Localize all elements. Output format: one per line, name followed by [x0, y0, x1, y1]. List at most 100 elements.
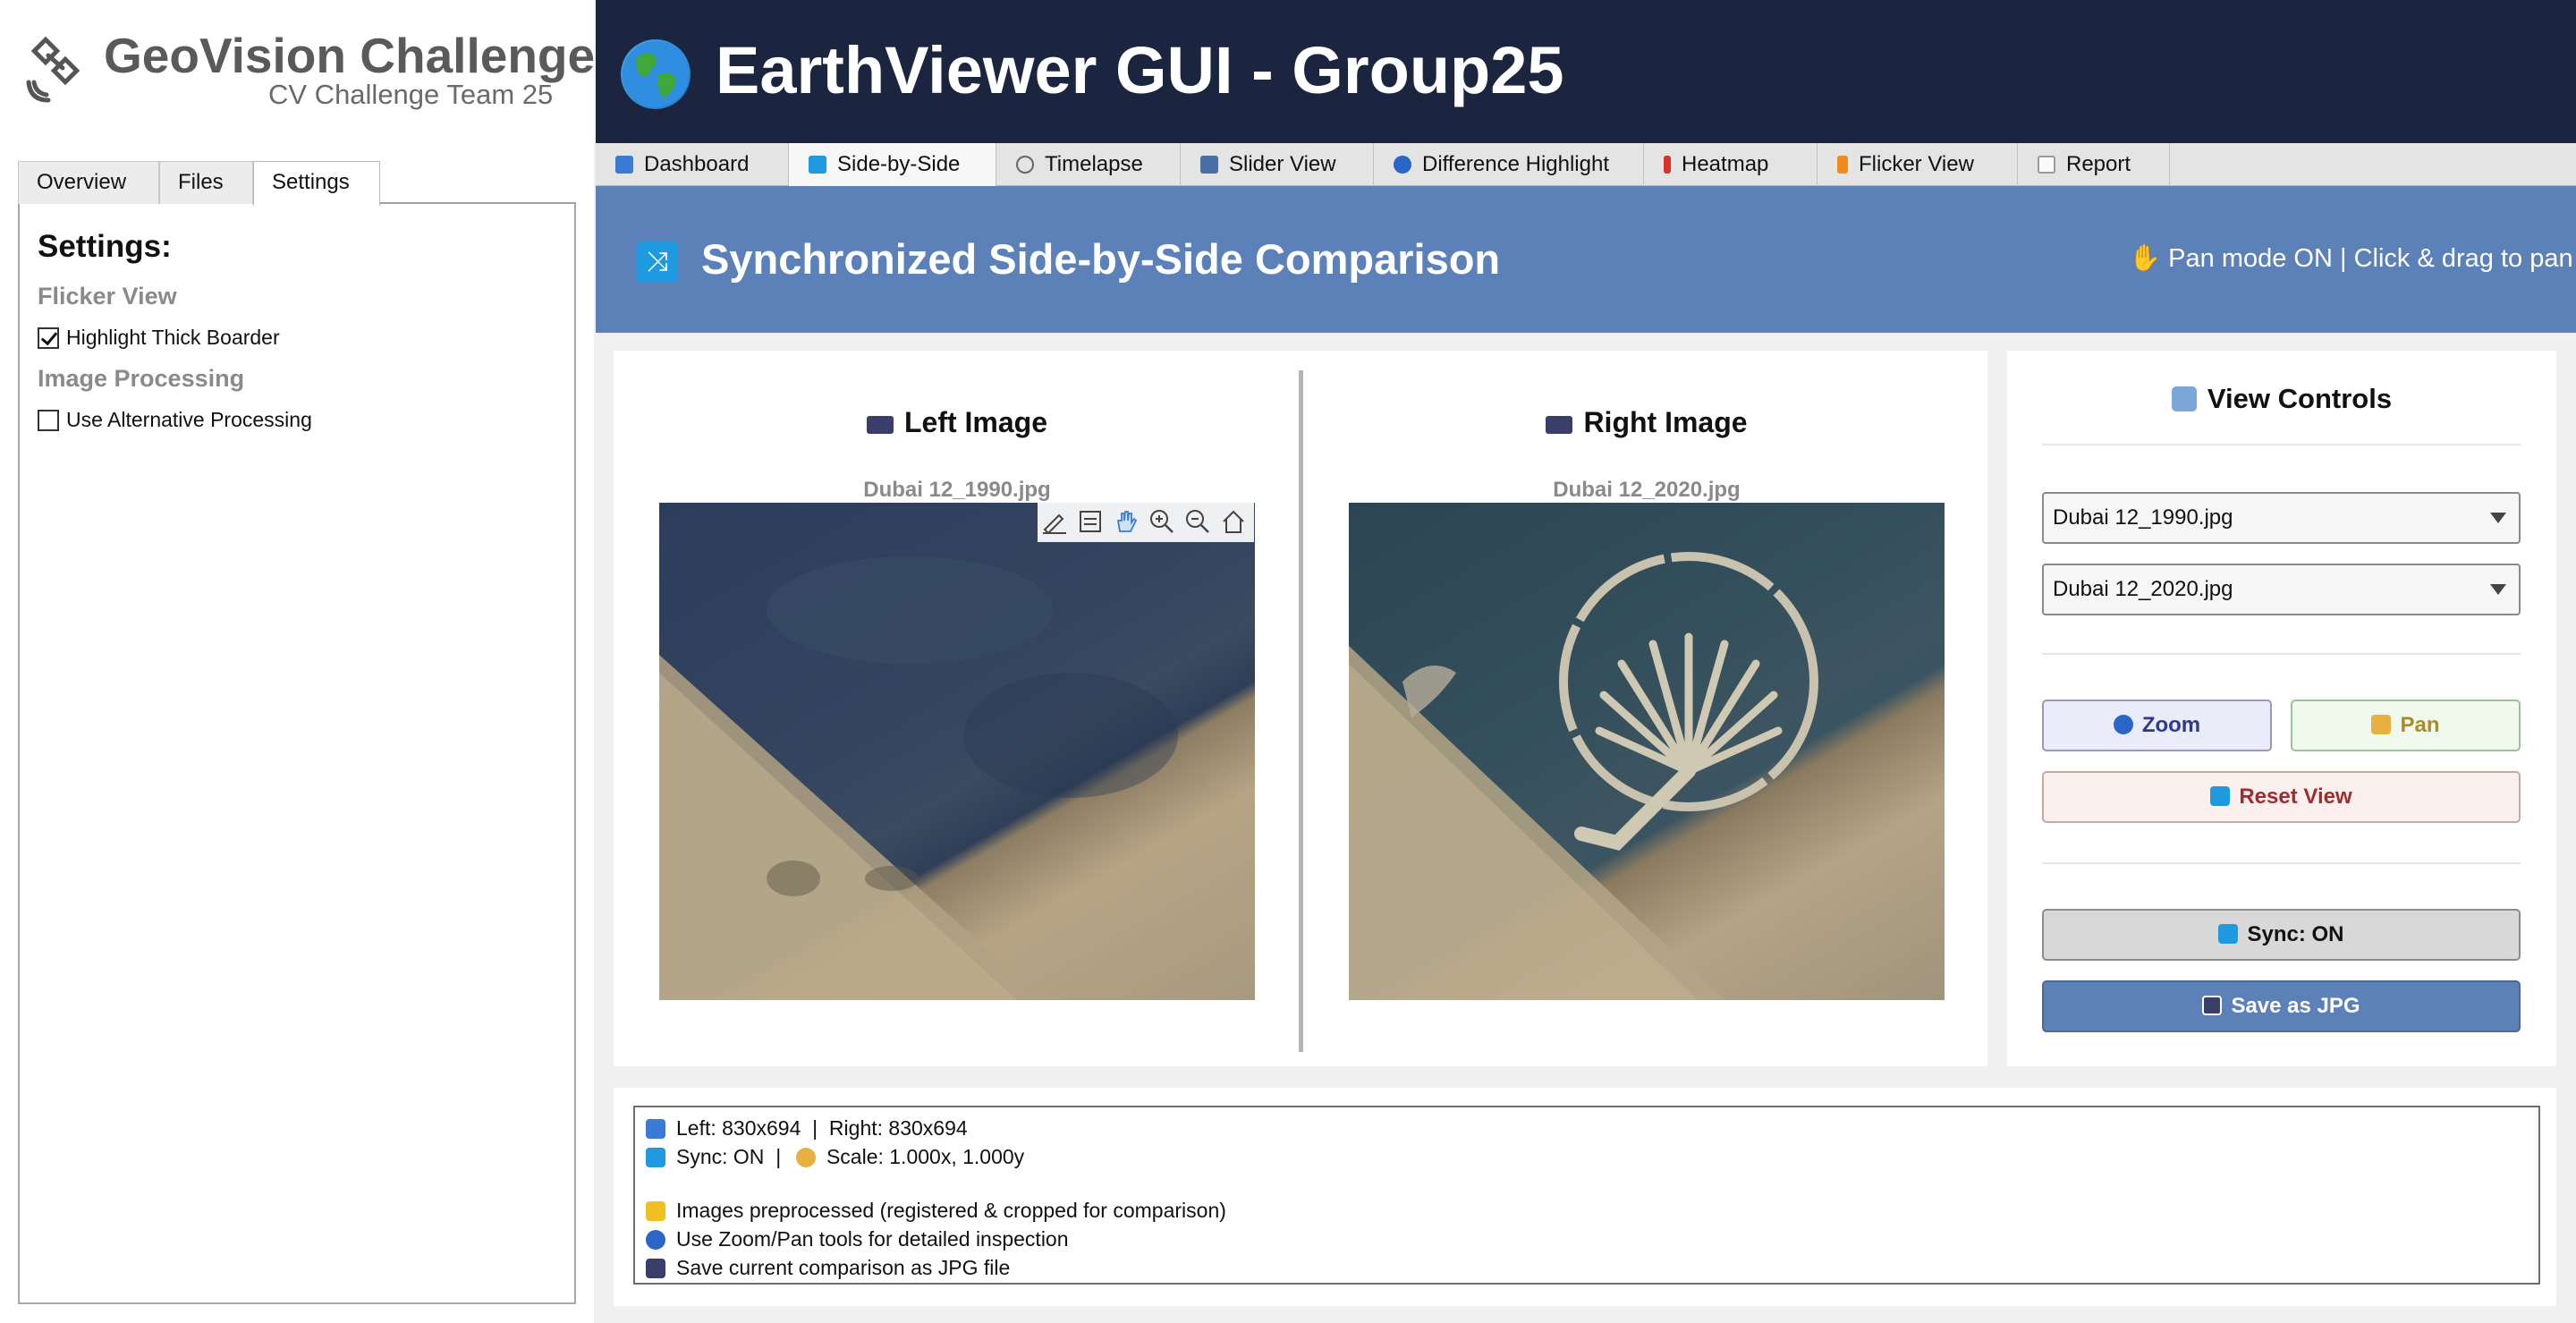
right-image-select[interactable]: Dubai 12_2020.jpg — [2042, 564, 2521, 615]
title-text: View Controls — [2207, 383, 2393, 414]
sparkles-icon — [646, 1201, 665, 1221]
left-image-heading: Left Image — [659, 406, 1255, 439]
pan-hand-icon[interactable] — [1113, 508, 1140, 535]
refresh-icon — [2218, 924, 2239, 944]
zoom-button[interactable]: Zoom — [2042, 700, 2272, 751]
select-value: Dubai 12_2020.jpg — [2053, 577, 2233, 601]
reset-view-button[interactable]: Reset View — [2042, 771, 2521, 823]
info-text: Scale: 1.000x, 1.000y — [826, 1145, 1025, 1168]
edit-axis-icon[interactable] — [1041, 508, 1068, 535]
app-subtitle: CV Challenge Team 25 — [268, 79, 554, 110]
image-toolbar — [1038, 503, 1254, 542]
tab-difference-highlight[interactable]: Difference Highlight — [1374, 143, 1644, 186]
info-text: Images preprocessed (registered & croppe… — [676, 1199, 1226, 1222]
info-text: Use Zoom/Pan tools for detailed inspecti… — [676, 1227, 1069, 1251]
divider — [2042, 444, 2521, 445]
app-title: EarthViewer GUI - Group25 — [716, 33, 1564, 107]
home-icon[interactable] — [1220, 508, 1247, 535]
button-label: Sync: ON — [2247, 922, 2344, 946]
info-sizes-line: Left: 830x694 | Right: 830x694 — [646, 1116, 968, 1141]
right-image-texture — [1349, 552, 1818, 1000]
tab-label: Slider View — [1229, 152, 1336, 176]
left-image-filename: Dubai 12_1990.jpg — [863, 478, 1051, 502]
button-label: Reset View — [2239, 784, 2352, 809]
tab-overview[interactable]: Overview — [18, 161, 159, 204]
right-satellite-image[interactable] — [1349, 503, 1945, 1000]
tab-flicker-view[interactable]: Flicker View — [1818, 143, 2018, 186]
info-tip-preprocessed: Images preprocessed (registered & croppe… — [646, 1199, 1226, 1223]
configure-subplots-icon[interactable] — [1077, 508, 1104, 535]
magnifier-icon — [1394, 156, 1411, 174]
select-value: Dubai 12_1990.jpg — [2053, 505, 2233, 530]
checkbox-label: Use Alternative Processing — [66, 408, 312, 431]
info-text: Save current comparison as JPG file — [676, 1256, 1011, 1279]
zoom-in-icon[interactable] — [1148, 508, 1175, 535]
tab-label: Difference Highlight — [1422, 152, 1610, 176]
globe-icon — [621, 39, 691, 109]
tab-timelapse[interactable]: Timelapse — [996, 143, 1181, 186]
info-tip-save: Save current comparison as JPG file — [646, 1256, 1010, 1280]
button-label: Save as JPG — [2231, 994, 2360, 1018]
refresh-icon — [2210, 786, 2231, 806]
info-text: Left: 830x694 | Right: 830x694 — [676, 1116, 968, 1140]
main-tabbar: Dashboard Side-by-Side Timelapse Slider … — [596, 143, 2576, 186]
app-name: GeoVision Challenge — [104, 28, 596, 83]
tab-label: Flicker View — [1859, 152, 1974, 176]
camera-icon — [866, 416, 894, 434]
section-heading-flicker-view: Flicker View — [38, 283, 177, 310]
settings-title: Settings: — [38, 229, 172, 264]
scale-icon — [795, 1148, 816, 1167]
magnifier-icon — [2113, 715, 2133, 734]
left-image-select[interactable]: Dubai 12_1990.jpg — [2042, 492, 2521, 544]
thermometer-icon — [1664, 156, 1671, 174]
magnifier-icon — [646, 1230, 665, 1250]
tab-settings[interactable]: Settings — [253, 161, 380, 206]
right-image-filename: Dubai 12_2020.jpg — [1553, 478, 1741, 502]
info-box: Left: 830x694 | Right: 830x694 Sync: ON … — [633, 1106, 2540, 1285]
lightning-icon — [1837, 156, 1848, 174]
tab-files[interactable]: Files — [159, 161, 253, 204]
floppy-disk-icon — [646, 1259, 665, 1278]
tab-heatmap[interactable]: Heatmap — [1644, 143, 1818, 186]
tab-dashboard[interactable]: Dashboard — [596, 143, 789, 186]
floppy-disk-icon — [2202, 996, 2223, 1015]
view-controls-title: View Controls — [2007, 383, 2556, 415]
info-sync-line: Sync: ON | Scale: 1.000x, 1.000y — [646, 1145, 1024, 1169]
tab-side-by-side[interactable]: Side-by-Side — [789, 143, 996, 186]
chevron-down-icon — [2490, 513, 2506, 523]
sync-toggle-button[interactable]: Sync: ON — [2042, 909, 2521, 961]
pan-button[interactable]: Pan — [2291, 700, 2521, 751]
refresh-icon — [646, 1148, 665, 1167]
slider-icon — [1200, 156, 1218, 174]
controls-icon — [2171, 386, 2197, 411]
divider — [2042, 653, 2521, 655]
tab-label: Report — [2066, 152, 2131, 176]
save-jpg-button[interactable]: Save as JPG — [2042, 980, 2521, 1032]
hand-icon — [2371, 715, 2392, 734]
shuffle-icon: ⤨ — [637, 242, 678, 283]
tab-slider-view[interactable]: Slider View — [1181, 143, 1374, 186]
use-alternative-processing-checkbox[interactable]: Use Alternative Processing — [38, 408, 312, 432]
highlight-thick-border-checkbox[interactable]: Highlight Thick Boarder — [38, 326, 280, 350]
camera-icon — [1546, 416, 1573, 434]
tab-label: Timelapse — [1045, 152, 1143, 176]
tab-report[interactable]: Report — [2018, 143, 2170, 186]
bar-chart-icon — [646, 1119, 665, 1139]
tab-label: Dashboard — [644, 152, 750, 176]
chevron-down-icon — [2490, 584, 2506, 595]
bar-chart-icon — [615, 156, 633, 174]
left-image-texture — [659, 556, 1178, 1000]
pan-status-text: ✋ Pan mode ON | Click & drag to pan — [2129, 244, 2573, 273]
zoom-out-icon[interactable] — [1184, 508, 1211, 535]
checkbox-checked-icon[interactable] — [38, 327, 59, 349]
heading-text: Right Image — [1583, 406, 1748, 438]
checkbox-unchecked-icon[interactable] — [38, 410, 59, 431]
tab-label: Side-by-Side — [837, 152, 961, 176]
checkbox-label: Highlight Thick Boarder — [66, 326, 280, 349]
button-label: Pan — [2400, 713, 2440, 737]
document-icon — [2038, 156, 2055, 174]
left-satellite-image[interactable] — [659, 503, 1255, 1000]
info-tip-zoom-pan: Use Zoom/Pan tools for detailed inspecti… — [646, 1227, 1069, 1251]
satellite-icon — [26, 36, 80, 103]
sidebar-tabs: Overview Files Settings — [18, 161, 576, 206]
